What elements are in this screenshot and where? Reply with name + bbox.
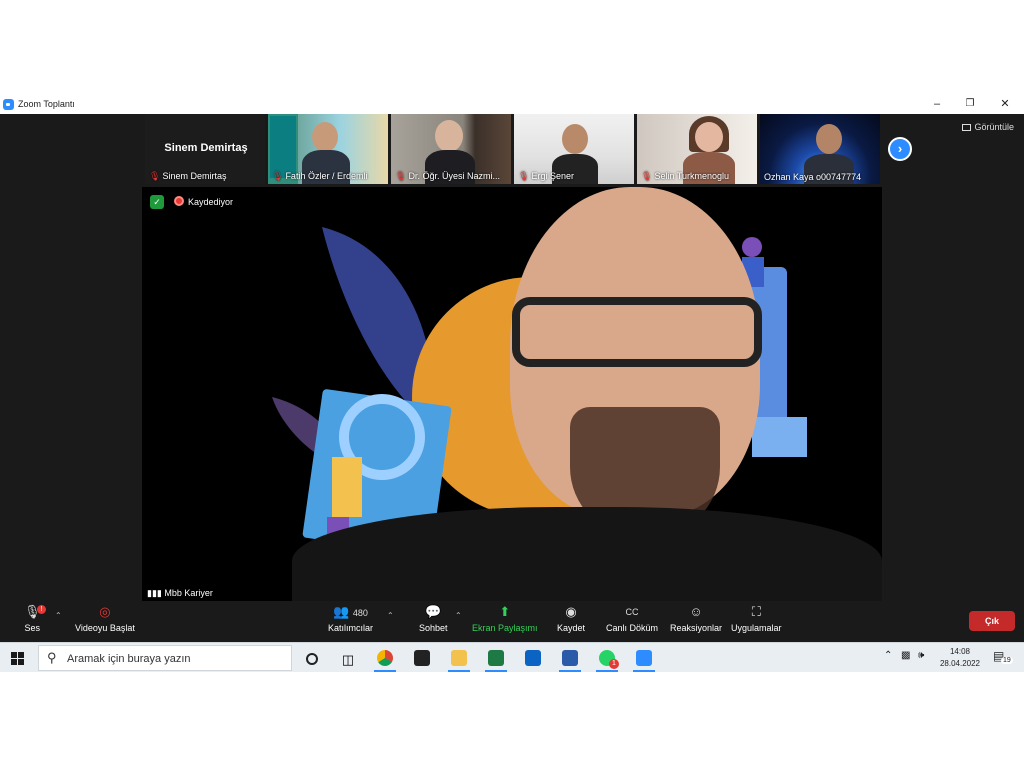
- participants-button[interactable]: 👥 480 Katılımcılar: [328, 604, 373, 634]
- search-icon: ⚲: [47, 650, 57, 665]
- closed-captions-icon: CC: [625, 607, 639, 617]
- mic-muted-icon: 🎙: [272, 171, 284, 181]
- volume-icon[interactable]: 🕪: [918, 650, 924, 661]
- participants-options-caret-icon[interactable]: ⌃: [387, 611, 394, 620]
- participant-display-name: Sinem Demirtaş: [164, 142, 248, 154]
- cortana-icon: [306, 653, 318, 665]
- participant-video: [562, 124, 588, 154]
- taskbar-whatsapp[interactable]: 1: [592, 646, 622, 672]
- folder-icon: [451, 650, 467, 666]
- windows-taskbar: ⚲ Aramak için buraya yazın ◫ 1 ⌃ ▩ 🕪 14:…: [0, 642, 1024, 672]
- window-title: Zoom Toplantı: [18, 99, 75, 109]
- taskbar-clock[interactable]: 14:08 28.04.2022: [940, 646, 980, 670]
- participant-tile[interactable]: 🎙 Fatih Özler / Erdemli: [268, 114, 388, 184]
- emoji-icon: ☺: [689, 604, 703, 619]
- mic-muted-icon: 🎙: [395, 171, 407, 181]
- close-icon[interactable]: ✕: [997, 97, 1013, 111]
- zoom-icon: [636, 650, 652, 666]
- notification-count: 19: [1001, 657, 1013, 664]
- taskbar-zoom[interactable]: [629, 646, 659, 672]
- participant-name: Sinem Demirtaş: [162, 171, 227, 181]
- participant-name: Selin Turkmenoglu: [654, 171, 729, 181]
- mic-muted-icon: 🎙: [149, 171, 161, 181]
- taskbar-search-input[interactable]: ⚲ Aramak için buraya yazın: [38, 645, 292, 671]
- participant-name: Dr. Öğr. Üyesi Nazmi...: [408, 171, 500, 181]
- participant-name: Ergi Şener: [531, 171, 574, 181]
- chrome-icon: [377, 650, 393, 666]
- participant-tile[interactable]: 🎙 Selin Turkmenoglu: [637, 114, 757, 184]
- speaker-shoulders: [292, 507, 882, 601]
- live-transcript-button[interactable]: CC Canlı Döküm: [606, 605, 658, 633]
- chat-icon: 💬: [425, 604, 442, 619]
- participant-video: [312, 122, 338, 152]
- next-page-button[interactable]: ›: [888, 137, 912, 161]
- participant-name: Fatih Özler / Erdemli: [285, 171, 368, 181]
- participants-icon: 👥: [333, 604, 350, 619]
- mail-icon: [525, 650, 541, 666]
- taskbar-file-explorer[interactable]: [444, 646, 474, 672]
- audio-warning-badge: !: [37, 605, 46, 614]
- participant-tile[interactable]: Sinem Demirtaş 🎙 Sinem Demirtaş: [145, 114, 265, 184]
- share-screen-button[interactable]: ⬆ Ekran Paylaşımı: [472, 604, 538, 634]
- apps-icon: ⛶: [751, 604, 761, 619]
- restore-icon[interactable]: ❐: [962, 97, 978, 111]
- chat-options-caret-icon[interactable]: ⌃: [455, 611, 462, 620]
- taskbar-excel[interactable]: [481, 646, 511, 672]
- zoom-window: Zoom Toplantı – ❐ ✕ Sinem Demirtaş 🎙 Sine…: [0, 95, 1024, 642]
- recording-indicator: ✓ Kaydediyor: [150, 195, 233, 209]
- zoom-app-icon: [3, 99, 14, 110]
- windows-start-icon[interactable]: [11, 652, 24, 665]
- share-screen-icon: ⬆: [499, 604, 511, 619]
- active-speaker-video: ✓ Kaydediyor ▮▮▮ Mbb Kariyer: [142, 187, 882, 601]
- chat-button[interactable]: 💬 Sohbet: [419, 604, 448, 634]
- participant-video: [435, 120, 463, 152]
- signal-bars-icon: ▮▮▮: [147, 588, 162, 598]
- participant-name: Ozhan Kaya o00747774: [764, 172, 862, 182]
- tray-expand-icon[interactable]: ⌃: [884, 650, 892, 661]
- participant-tile[interactable]: 🎙 Ergi Şener: [514, 114, 634, 184]
- mic-muted-icon: 🎙: [518, 171, 530, 181]
- word-icon: [562, 650, 578, 666]
- mic-muted-icon: 🎙: [641, 171, 653, 181]
- view-button[interactable]: Görüntüle: [962, 122, 1014, 132]
- security-shield-icon: ✓: [150, 195, 164, 209]
- video-off-icon: ◎: [99, 604, 111, 619]
- store-icon: [414, 650, 430, 666]
- organization-logo: [270, 116, 296, 178]
- taskbar-word[interactable]: [555, 646, 585, 672]
- audio-options-caret-icon[interactable]: ⌃: [55, 611, 62, 620]
- start-video-button[interactable]: ◎ Videoyu Başlat: [75, 604, 135, 634]
- title-bar: Zoom Toplantı – ❐ ✕: [0, 95, 1024, 114]
- taskbar-store[interactable]: [407, 646, 437, 672]
- leave-button[interactable]: Çık: [969, 611, 1015, 631]
- meeting-toolbar: 🎙 ! Ses ⌃ ◎ Videoyu Başlat 👥 480 Katılım…: [0, 601, 1024, 642]
- record-button[interactable]: ◉ Kaydet: [557, 604, 585, 634]
- participant-video: [816, 124, 842, 154]
- grid-view-icon: [962, 124, 972, 131]
- participant-tile[interactable]: 🎙 Dr. Öğr. Üyesi Nazmi...: [391, 114, 511, 184]
- taskbar-mail[interactable]: [518, 646, 548, 672]
- recording-dot-icon: [174, 196, 184, 206]
- participant-strip: Sinem Demirtaş 🎙 Sinem Demirtaş 🎙 Fatih Öz…: [145, 114, 880, 184]
- speaker-name-label: ▮▮▮ Mbb Kariyer: [142, 586, 218, 601]
- excel-icon: [488, 650, 504, 666]
- minimize-icon[interactable]: –: [929, 97, 945, 111]
- task-view-button[interactable]: ◫: [333, 646, 363, 672]
- meeting-stage: Sinem Demirtaş 🎙 Sinem Demirtaş 🎙 Fatih Öz…: [0, 114, 1024, 601]
- network-icon[interactable]: ▩: [901, 650, 910, 661]
- record-icon: ◉: [565, 604, 577, 619]
- speaker-glasses: [512, 297, 762, 367]
- apps-button[interactable]: ⛶ Uygulamalar: [731, 604, 782, 634]
- participant-tile[interactable]: Ozhan Kaya o00747774: [760, 114, 880, 184]
- taskbar-chrome[interactable]: [370, 646, 400, 672]
- cortana-button[interactable]: [297, 646, 327, 672]
- audio-button[interactable]: 🎙 ! Ses: [24, 605, 46, 633]
- reactions-button[interactable]: ☺ Reaksiyonlar: [670, 604, 722, 634]
- task-view-icon: ◫: [341, 652, 355, 667]
- whatsapp-badge: 1: [609, 659, 619, 669]
